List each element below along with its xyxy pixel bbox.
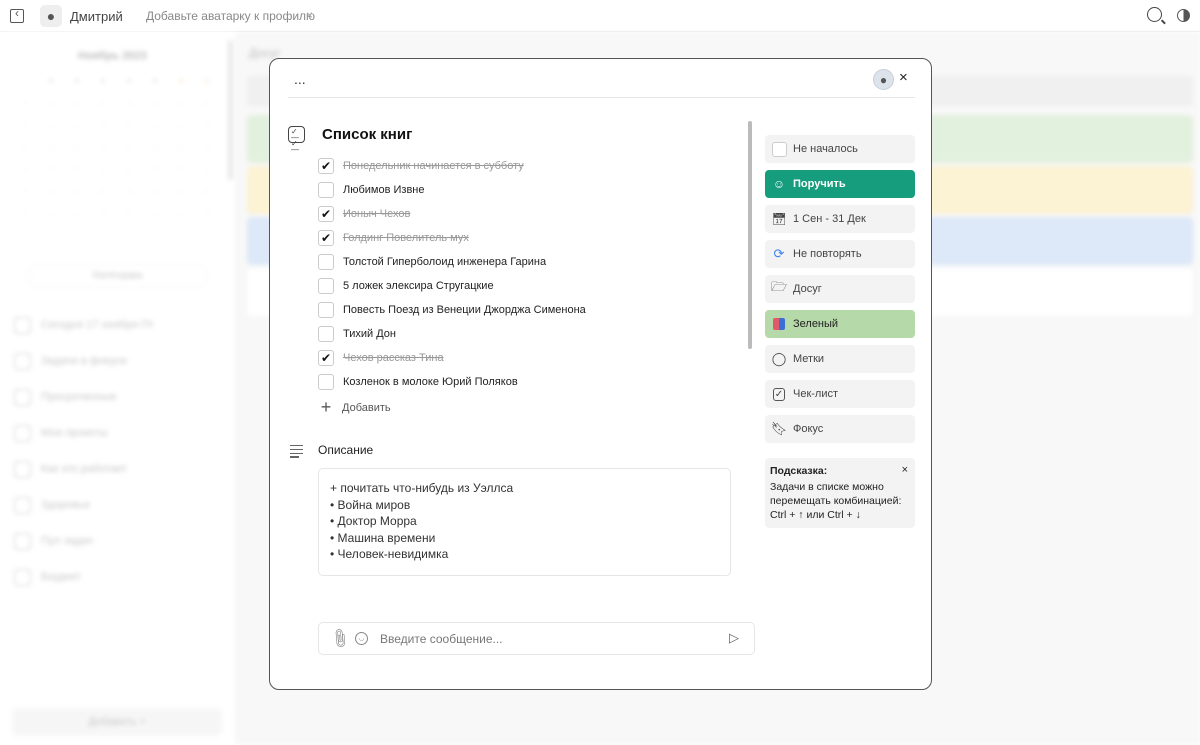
checklist-item[interactable]: Повесть Поезд из Венеции Джорджа Сименон… (318, 298, 586, 322)
avatar-hint-link[interactable]: Добавьте аватарку к профилю (146, 9, 315, 23)
side-button-label: Не повторять (793, 248, 862, 260)
side-button-label: 1 Сен - 31 Дек (793, 213, 866, 225)
checklist-item[interactable]: Любимов Извне (318, 178, 586, 202)
checklist-item-text: Повесть Поезд из Венеции Джорджа Сименон… (343, 304, 586, 316)
message-input[interactable]: 📎︎ ◡ Введите сообщение... ▷ (318, 622, 755, 655)
attach-icon[interactable]: 📎︎ (328, 626, 352, 650)
checkbox[interactable] (318, 278, 334, 294)
search-icon[interactable] (1147, 7, 1162, 22)
assignee-avatar[interactable]: ● (873, 69, 894, 90)
checklist-item[interactable]: ✔ Ионыч Чехов (318, 202, 586, 226)
hint-text: Задачи в списке можно перемещать комбина… (770, 481, 902, 521)
checklist-item-text: Тихий Дон (343, 328, 396, 340)
description-line: • Доктор Морра (330, 514, 417, 528)
tag-icon: ◯ (771, 351, 787, 366)
checklist-icon: ✓— ✓— (288, 126, 305, 154)
checkbox[interactable] (318, 182, 334, 198)
checkbox[interactable]: ✔ (318, 158, 334, 174)
user-name[interactable]: Дмитрий (70, 9, 123, 24)
plus-icon: + (320, 397, 332, 417)
checkbox[interactable] (318, 326, 334, 342)
checkbox[interactable]: ✔ (318, 206, 334, 222)
side-button-bookmark[interactable]: 🔖︎ Фокус (765, 415, 915, 443)
side-button-checklist[interactable]: ✓ Чек-лист (765, 380, 915, 408)
checklist-item-text: Понедельник начинается в субботу (343, 160, 524, 172)
send-icon[interactable]: ▷ (729, 630, 739, 646)
hint-box: Подсказка: Задачи в списке можно перемещ… (765, 458, 915, 528)
checklist-item[interactable]: ✔ Голдинг Повелитель мух (318, 226, 586, 250)
checklist-icon: ✓ (772, 387, 786, 401)
checkbox[interactable] (318, 374, 334, 390)
avatar[interactable]: ● (40, 5, 62, 27)
side-button-label: Чек-лист (793, 388, 839, 400)
color-palette-icon (771, 316, 787, 332)
side-button-color-palette[interactable]: Зеленый (765, 310, 915, 338)
checklist-item[interactable]: Толстой Гиперболоид инженера Гарина (318, 250, 586, 274)
side-button-status-checkbox[interactable]: Не началось (765, 135, 915, 163)
task-modal: ... ● × ✓— ✓— Список книг ✔ Понедельник на… (269, 58, 932, 690)
description-line: • Машина времени (330, 530, 436, 545)
status-checkbox-icon (771, 141, 787, 157)
more-menu-button[interactable]: ... (294, 71, 306, 87)
description-line: + почитать что-нибудь из Уэллса (330, 481, 514, 495)
description-label: Описание (318, 443, 374, 457)
checklist-item[interactable]: 5 ложек элексира Стругацкие (318, 274, 586, 298)
checklist-item-text: Толстой Гиперболоид инженера Гарина (343, 256, 547, 268)
checkbox[interactable] (318, 254, 334, 270)
add-checklist-item-button[interactable]: + Добавить (318, 397, 586, 418)
checkbox[interactable]: ✔ (318, 230, 334, 246)
side-button-user[interactable]: ☺ Поручить (765, 170, 915, 198)
checklist-item[interactable]: ✔ Чехов рассказ Тина (318, 346, 586, 370)
add-label: Добавить (342, 401, 391, 414)
description-icon (290, 445, 303, 460)
checklist-item-text: Любимов Извне (343, 184, 425, 196)
divider (288, 97, 915, 98)
side-button-label: Досуг (793, 283, 822, 295)
hint-close-icon[interactable]: × (902, 463, 908, 477)
user-icon: ☺ (772, 177, 786, 191)
side-button-label: Не началось (793, 143, 858, 155)
folder-icon: 🗁︎ (770, 279, 788, 294)
description-line: • Человек-невидимка (330, 547, 449, 561)
scrollbar[interactable] (748, 121, 752, 349)
checklist-item[interactable]: Тихий Дон (318, 322, 586, 346)
side-button-label: Поручить (793, 178, 846, 190)
checklist-item[interactable]: ✔ Понедельник начинается в субботу (318, 154, 586, 178)
side-button-label: Фокус (793, 423, 824, 435)
checklist-item-text: Голдинг Повелитель мух (343, 232, 469, 244)
checkbox[interactable]: ✔ (318, 350, 334, 366)
close-icon[interactable]: × (306, 8, 313, 22)
calendar-icon: 📅︎ (771, 212, 787, 226)
checklist-title[interactable]: Список книг (322, 126, 412, 143)
side-button-calendar[interactable]: 📅︎ 1 Сен - 31 Дек (765, 205, 915, 233)
side-panel: Не началось ☺ Поручить 📅︎ 1 Сен - 31 Дек ⟳ Не … (765, 135, 915, 450)
checklist: ✔ Понедельник начинается в субботу Любимов… (318, 154, 586, 418)
checkbox[interactable] (318, 302, 334, 318)
description-field[interactable]: + почитать что-нибудь из Уэллса • Война м… (318, 468, 731, 576)
side-button-label: Метки (793, 353, 825, 365)
checklist-item-text: Ионыч Чехов (343, 208, 411, 220)
repeat-icon: ⟳ (773, 246, 785, 261)
sidebar-toggle-icon[interactable] (10, 6, 24, 23)
emoji-icon[interactable]: ◡ (355, 632, 368, 645)
side-button-tag[interactable]: ◯ Метки (765, 345, 915, 373)
side-button-folder[interactable]: 🗁︎ Досуг (765, 275, 915, 303)
hint-title: Подсказка: (770, 465, 828, 477)
checklist-item-text: 5 ложек элексира Стругацкие (343, 280, 494, 292)
close-button[interactable]: × (899, 69, 908, 86)
theme-toggle-icon[interactable] (1177, 9, 1190, 22)
side-button-repeat[interactable]: ⟳ Не повторять (765, 240, 915, 268)
checklist-item-text: Козленок в молоке Юрий Поляков (343, 376, 518, 388)
checklist-item[interactable]: Козленок в молоке Юрий Поляков (318, 370, 586, 394)
top-bar: ● Дмитрий Добавьте аватарку к профилю × (0, 0, 1200, 32)
description-line: • Война миров (330, 497, 411, 512)
side-button-label: Зеленый (793, 318, 839, 330)
bookmark-icon: 🔖︎ (770, 421, 788, 436)
message-placeholder: Введите сообщение... (380, 632, 503, 646)
checklist-item-text: Чехов рассказ Тина (343, 352, 444, 364)
